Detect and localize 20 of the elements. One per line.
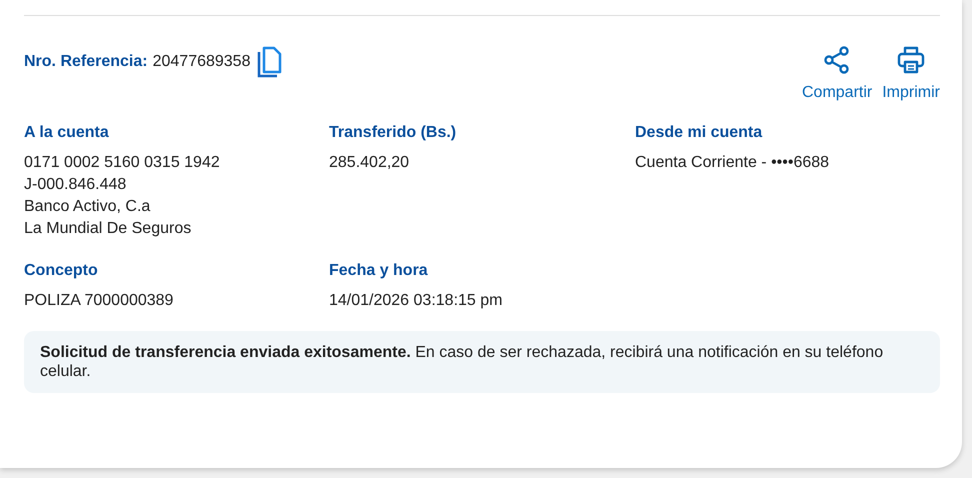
field-value: La Mundial De Seguros [24,219,192,239]
success-notice: Solicitud de transferencia enviada exitosamente. En caso de ser rechazada, recibirá una notificación en su teléfono celular. [24,331,940,393]
field-label: Fecha y hora [329,262,429,280]
field-value: 285.402,20 [329,153,410,173]
reference-label: Nro. Referencia: [24,53,148,71]
print-button[interactable]: Imprimir [882,45,940,102]
field-value: POLIZA 7000000389 [24,291,174,311]
share-button[interactable]: Compartir [802,45,872,102]
field-value: J-000.846.448 [24,175,128,195]
printer-icon [896,45,926,75]
field-label: Concepto [24,262,99,280]
field-label: A la cuenta [24,124,110,142]
reference-number: 20477689358 [152,53,250,71]
field-value: Cuenta Corriente - ••••6688 [635,153,830,173]
field-value: Banco Activo, C.a [24,197,152,217]
field-value: 14/01/2026 03:18:15 pm [329,291,504,311]
field-label: Transferido (Bs.) [329,124,458,142]
field-value: 0171 0002 5160 0315 1942 [24,153,221,173]
field-label: Desde mi cuenta [635,124,764,142]
copy-icon[interactable] [257,46,284,78]
